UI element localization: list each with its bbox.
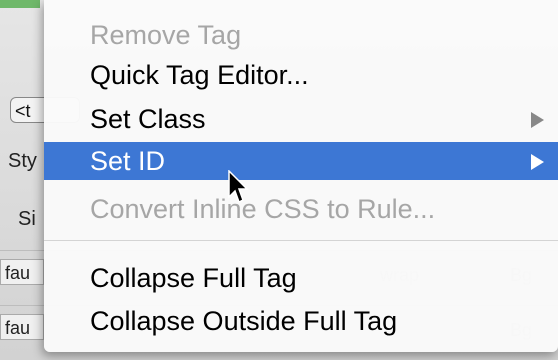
format-field-2[interactable]: fau <box>0 314 44 340</box>
context-menu: Remove Tag Quick Tag Editor... Set Class… <box>44 0 558 352</box>
menu-item-quick-tag-editor[interactable]: Quick Tag Editor... <box>44 56 558 94</box>
menu-item-label: Set Class <box>90 104 206 134</box>
menu-separator <box>44 240 558 241</box>
menu-item-set-class[interactable]: Set Class <box>44 100 558 138</box>
size-label: Si <box>18 208 36 230</box>
menu-item-collapse-outside-full-tag[interactable]: Collapse Outside Full Tag <box>44 302 558 340</box>
chevron-right-icon <box>531 112 544 128</box>
mouse-cursor-icon <box>228 170 249 204</box>
menu-item-label: Collapse Full Tag <box>90 263 297 293</box>
menu-item-label: Convert Inline CSS to Rule... <box>90 194 436 224</box>
style-label: Sty <box>8 150 37 172</box>
menu-item-convert-inline-css[interactable]: Convert Inline CSS to Rule... <box>44 190 558 228</box>
format-field[interactable]: fau <box>0 259 44 285</box>
menu-item-label: Remove Tag <box>90 20 242 50</box>
menu-item-label: Quick Tag Editor... <box>90 60 309 90</box>
menu-item-collapse-full-tag[interactable]: Collapse Full Tag <box>44 259 558 297</box>
menu-item-remove-tag[interactable]: Remove Tag <box>44 16 558 54</box>
menu-item-label: Set ID <box>90 146 166 176</box>
window-accent-strip <box>0 0 40 8</box>
chevron-right-icon <box>531 154 544 170</box>
menu-item-set-id[interactable]: Set ID <box>44 142 558 180</box>
menu-item-label: Collapse Outside Full Tag <box>90 306 398 336</box>
